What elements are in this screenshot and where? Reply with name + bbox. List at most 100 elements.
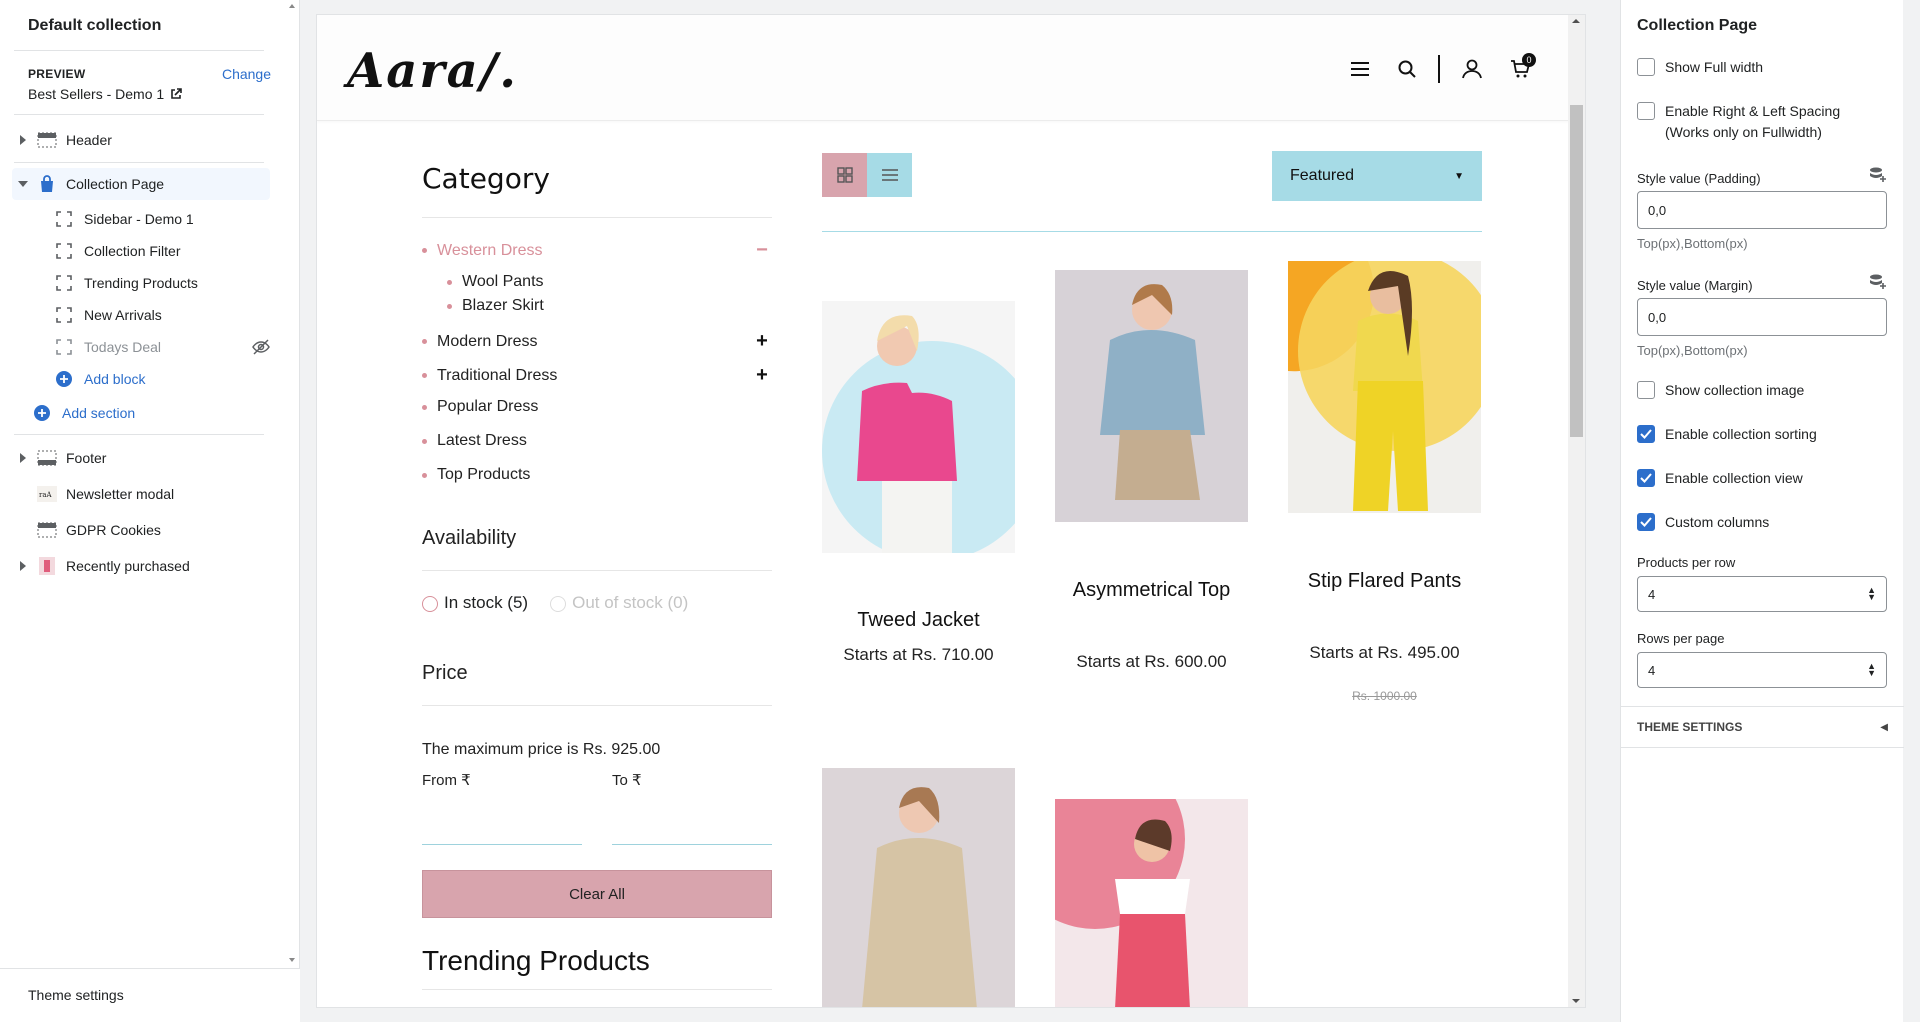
block-label: Todays Deal (84, 339, 162, 355)
theme-settings-toggle[interactable]: THEME SETTINGS ◀ (1621, 706, 1904, 748)
category-label: Top Products (437, 466, 531, 483)
product-image-asymmetrical-top[interactable] (1055, 270, 1248, 522)
eye-hidden-icon[interactable] (252, 339, 270, 355)
theme-settings-button[interactable]: Theme settings (0, 968, 300, 1022)
expand-icon[interactable]: + (752, 330, 772, 353)
price-to-input[interactable] (612, 805, 772, 845)
user-icon[interactable] (1462, 59, 1482, 79)
enable-view-checkbox[interactable]: Enable collection view (1637, 468, 1887, 489)
caret-right-icon[interactable] (16, 453, 30, 463)
tree-item-footer[interactable]: Footer (0, 442, 285, 474)
checkbox-checked-icon[interactable] (1637, 469, 1655, 487)
availability-title: Availability (422, 527, 517, 549)
clear-all-button[interactable]: Clear All (422, 870, 772, 918)
rows-per-page-select[interactable]: 4 ▲ ▼ (1637, 652, 1887, 688)
block-label: Collection Filter (84, 243, 181, 259)
add-section-button[interactable]: Add section (34, 397, 248, 429)
subcategory-blazer-skirt[interactable]: Blazer Skirt (447, 297, 647, 315)
padding-input[interactable]: 0,0 (1637, 191, 1887, 229)
tree-item-gdpr[interactable]: GDPR Cookies (0, 514, 285, 546)
block-sidebar-demo[interactable]: Sidebar - Demo 1 (56, 203, 270, 235)
products-per-row-select[interactable]: 4 ▲ ▼ (1637, 576, 1887, 612)
checkbox-checked-icon[interactable] (1637, 425, 1655, 443)
tree-item-newsletter[interactable]: raA Newsletter modal (0, 478, 285, 510)
category-traditional-dress[interactable]: Traditional Dress + (422, 364, 772, 387)
sort-dropdown[interactable]: Featured ▼ (1272, 151, 1482, 201)
caret-down-icon[interactable] (16, 180, 30, 188)
out-of-stock-option[interactable]: Out of stock (0) (550, 593, 688, 613)
show-collection-image-checkbox[interactable]: Show collection image (1637, 380, 1887, 401)
preview-value-text: Best Sellers - Demo 1 (28, 86, 165, 102)
category-latest-dress[interactable]: Latest Dress (422, 432, 772, 450)
product-price: Starts at Rs. 710.00 (843, 645, 994, 664)
checkbox-icon[interactable] (1637, 58, 1655, 76)
enable-spacing-checkbox[interactable]: Enable Right & Left Spacing (Works only … (1637, 101, 1887, 143)
select-value: 4 (1648, 662, 1656, 678)
divider (422, 705, 772, 706)
plus-circle-icon (34, 405, 52, 421)
block-collection-filter[interactable]: Collection Filter (56, 235, 270, 267)
price-from-input[interactable] (422, 805, 582, 845)
expand-icon[interactable]: + (752, 364, 772, 387)
preview-scrollbar[interactable] (1568, 15, 1585, 1007)
to-label: To ₹ (612, 772, 642, 789)
caret-right-icon[interactable] (16, 135, 30, 145)
checkbox-icon[interactable] (1637, 381, 1655, 399)
enable-sorting-checkbox[interactable]: Enable collection sorting (1637, 424, 1887, 445)
in-stock-option[interactable]: In stock (5) (422, 593, 528, 613)
margin-input[interactable]: 0,0 (1637, 298, 1887, 336)
category-title: Category (422, 162, 550, 195)
checkbox-label: Custom columns (1665, 514, 1770, 530)
external-link-icon[interactable] (170, 88, 182, 100)
divider (422, 989, 772, 990)
tree-item-header[interactable]: Header (0, 124, 285, 156)
dynamic-source-icon[interactable] (1869, 274, 1887, 290)
search-icon[interactable] (1398, 60, 1416, 78)
theme-settings-label: THEME SETTINGS (1637, 720, 1743, 734)
product-name[interactable]: Stip Flared Pants (1288, 563, 1481, 600)
caret-right-icon[interactable] (16, 561, 30, 571)
block-trending-products[interactable]: Trending Products (56, 267, 270, 299)
store-logo[interactable]: Aara/. (347, 43, 518, 99)
show-full-width-checkbox[interactable]: Show Full width (1637, 57, 1887, 78)
product-image-stip-flared-pants[interactable] (1288, 261, 1481, 513)
dynamic-source-icon[interactable] (1869, 167, 1887, 183)
menu-icon[interactable] (1350, 61, 1370, 77)
category-western-dress[interactable]: Western Dress − (422, 239, 772, 262)
block-dashed-icon (56, 275, 74, 291)
list-icon (881, 168, 898, 182)
block-todays-deal[interactable]: Todays Deal (56, 331, 270, 363)
product-image[interactable] (1055, 799, 1248, 1007)
tree-item-label: GDPR Cookies (66, 522, 161, 538)
editor-sidebar: Default collection PREVIEW Change Best S… (0, 0, 300, 1022)
category-popular-dress[interactable]: Popular Dress (422, 398, 772, 416)
sort-value: Featured (1290, 167, 1355, 184)
checkbox-icon[interactable] (1637, 102, 1655, 120)
category-label: Traditional Dress (437, 366, 558, 384)
category-modern-dress[interactable]: Modern Dress + (422, 330, 772, 353)
change-link[interactable]: Change (222, 66, 271, 82)
product-name[interactable]: Asymmetrical Top (1055, 572, 1248, 609)
preview-value[interactable]: Best Sellers - Demo 1 (28, 86, 182, 102)
tree-item-collection-page[interactable]: Collection Page (12, 168, 270, 200)
sidebar-scrollbar[interactable] (287, 0, 297, 970)
custom-columns-checkbox[interactable]: Custom columns (1637, 512, 1887, 533)
checkbox-checked-icon[interactable] (1637, 513, 1655, 531)
product-name[interactable]: Tweed Jacket (822, 602, 1015, 639)
tree-item-recently-purchased[interactable]: Recently purchased (0, 550, 285, 582)
list-view-button[interactable] (867, 153, 912, 197)
subcategory-wool-pants[interactable]: Wool Pants (447, 273, 647, 291)
block-label: Trending Products (84, 275, 198, 291)
product-image-tweed-jacket[interactable] (822, 301, 1015, 553)
block-new-arrivals[interactable]: New Arrivals (56, 299, 270, 331)
cart-icon[interactable]: 0 (1510, 53, 1536, 79)
block-dashed-icon (56, 211, 74, 227)
add-block-button[interactable]: Add block (56, 363, 270, 395)
collapse-icon[interactable]: − (752, 239, 772, 262)
grid-view-button[interactable] (822, 153, 867, 197)
category-top-products[interactable]: Top Products (422, 466, 772, 484)
divider (822, 231, 1482, 232)
scrollbar-thumb[interactable] (1570, 105, 1583, 437)
block-dashed-icon (56, 243, 74, 259)
product-image[interactable] (822, 768, 1015, 1007)
